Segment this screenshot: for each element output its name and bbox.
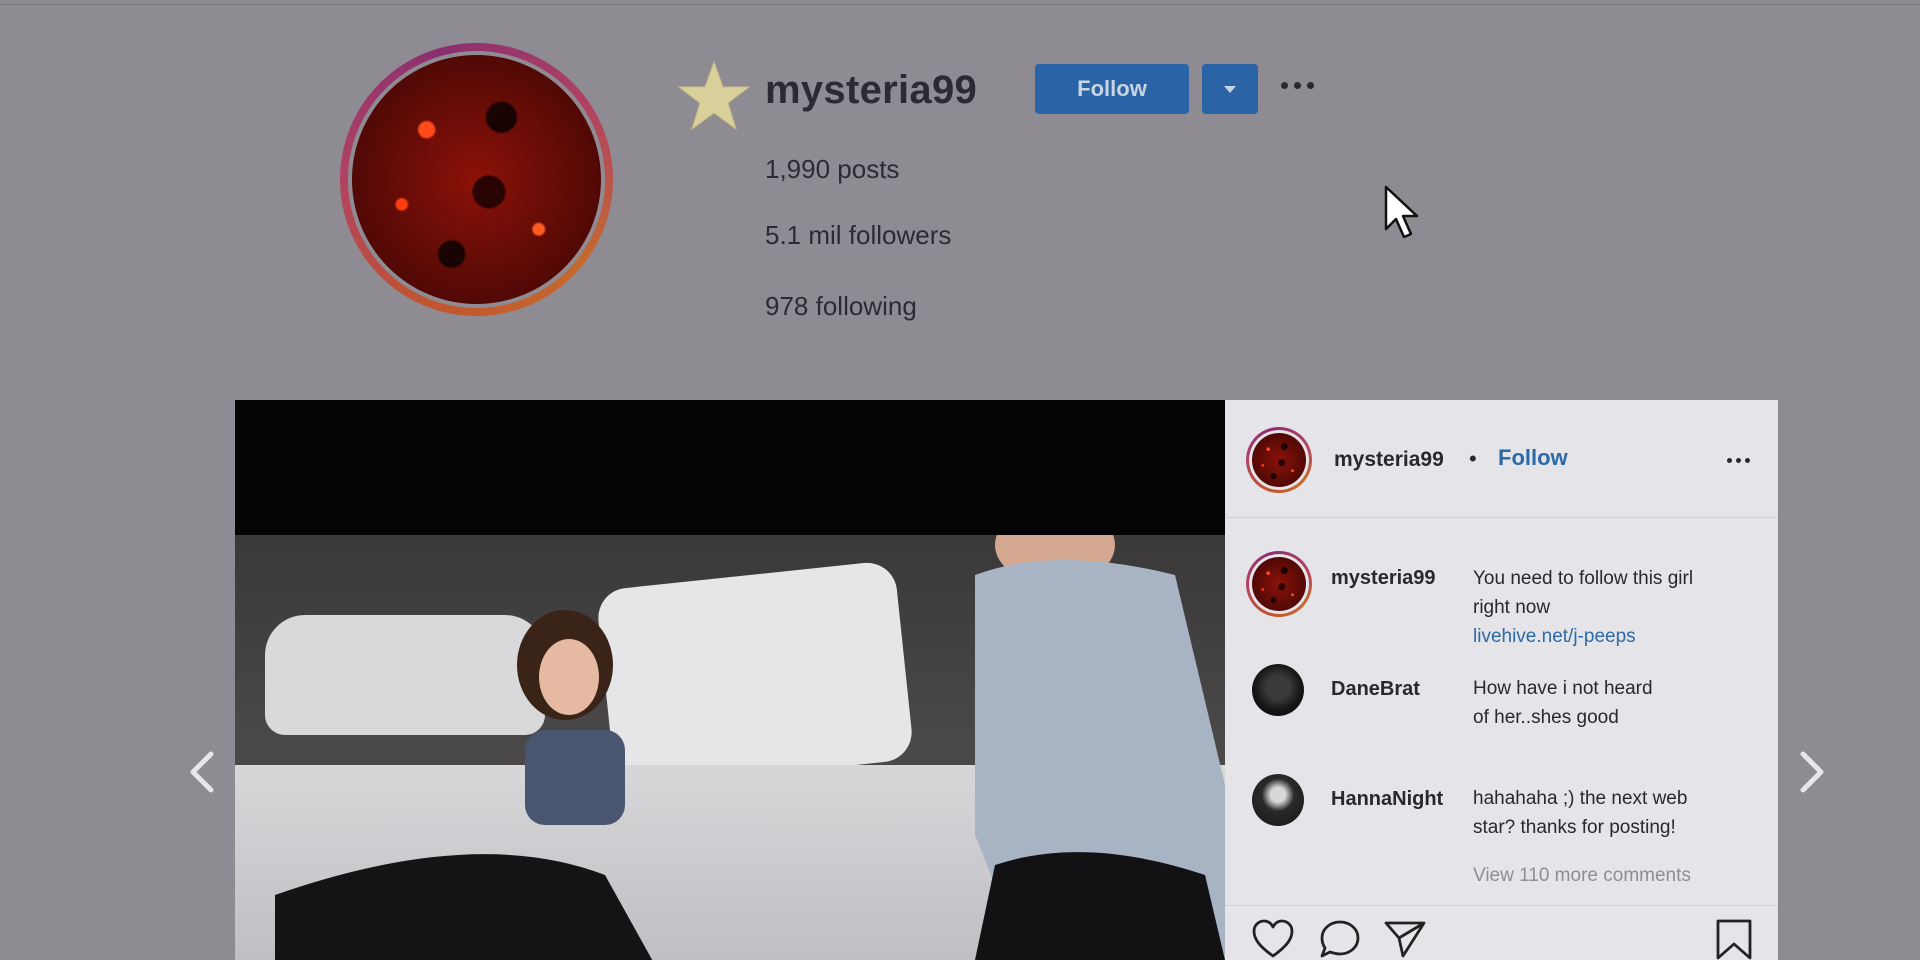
star-icon xyxy=(678,60,750,131)
comment-username[interactable]: mysteria99 xyxy=(1331,567,1436,590)
followers-count[interactable]: 5.1 mil followers xyxy=(765,220,951,251)
posts-count[interactable]: 1,990 posts xyxy=(765,154,899,185)
comment-link[interactable]: livehive.net/j-peeps xyxy=(1473,622,1763,651)
person-figure-2 xyxy=(975,535,1225,960)
comment-username[interactable]: DaneBrat xyxy=(1331,678,1420,701)
follow-options-button[interactable] xyxy=(1202,64,1258,114)
post-follow-button[interactable]: Follow xyxy=(1498,445,1568,471)
comment-icon[interactable] xyxy=(1318,918,1362,960)
comment-avatar[interactable] xyxy=(1252,664,1304,716)
profile-more-button[interactable] xyxy=(1281,82,1314,89)
bookmark-icon[interactable] xyxy=(1712,918,1756,960)
post-actions xyxy=(1225,905,1778,960)
heart-icon[interactable] xyxy=(1251,918,1295,960)
comments-panel: mysteria99 • Follow mysteria99 You need … xyxy=(1225,400,1778,960)
post-more-button[interactable] xyxy=(1727,458,1750,463)
view-more-comments-link[interactable]: View 110 more comments xyxy=(1473,865,1691,887)
chevron-down-icon xyxy=(1224,85,1236,93)
next-arrow-icon[interactable] xyxy=(1791,748,1831,796)
follow-button[interactable]: Follow xyxy=(1035,64,1189,114)
comment-text: You need to follow this girl right now l… xyxy=(1473,564,1763,651)
comment-avatar[interactable] xyxy=(1252,774,1304,826)
previous-arrow-icon[interactable] xyxy=(183,748,223,796)
share-icon[interactable] xyxy=(1383,918,1427,960)
top-divider xyxy=(0,4,1920,5)
post-header: mysteria99 • Follow xyxy=(1225,400,1778,518)
post-author-username[interactable]: mysteria99 xyxy=(1334,448,1444,472)
profile-avatar[interactable] xyxy=(340,43,613,316)
comment-text: hahahaha ;) the next web star? thanks fo… xyxy=(1473,788,1688,838)
separator-dot: • xyxy=(1469,446,1477,471)
following-count[interactable]: 978 following xyxy=(765,291,917,322)
post-author-avatar[interactable] xyxy=(1246,427,1312,493)
profile-username: mysteria99 xyxy=(765,68,978,112)
comment-username[interactable]: HannaNight xyxy=(1331,788,1443,811)
mouse-pointer-icon xyxy=(1384,185,1419,239)
post-image[interactable] xyxy=(235,400,1225,960)
comment-avatar[interactable] xyxy=(1246,551,1312,617)
comment-text: How have i not heard of her..shes good xyxy=(1473,678,1653,728)
